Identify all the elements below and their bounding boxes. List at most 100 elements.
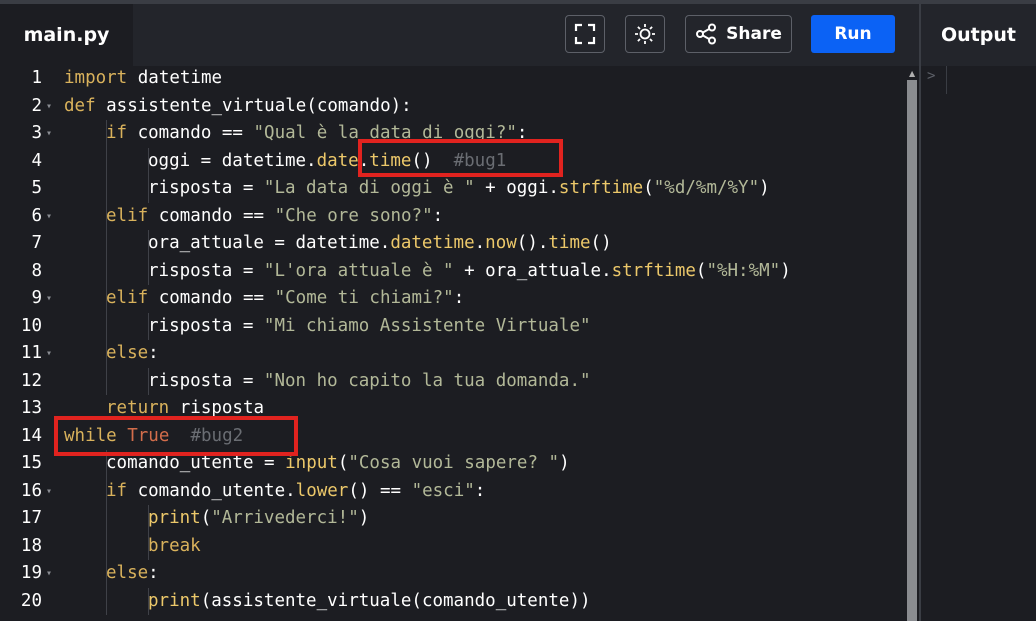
fold-chevron-icon[interactable]: ▾ [46, 203, 52, 230]
code-token: ) [358, 508, 370, 528]
line-number: 11 [20, 343, 42, 363]
code-token: comando == [148, 288, 275, 308]
code-text: else: [106, 340, 159, 367]
code-token: if [106, 480, 128, 501]
code-token: ) [559, 453, 570, 473]
line-number: 13 [20, 398, 42, 418]
run-label: Run [834, 24, 872, 44]
line-number: 12 [20, 370, 42, 391]
code-token: "Non ho capito la tua domanda." [263, 370, 591, 391]
file-tab-label: main.py [23, 24, 110, 46]
theme-toggle-button[interactable] [625, 15, 665, 53]
code-text: risposta = "La data di oggi è " + oggi.s… [148, 175, 770, 202]
code-text: else: [106, 560, 159, 587]
code-token: risposta = [148, 178, 264, 198]
top-bar: main.py Share Run Output [0, 0, 1036, 66]
code-text: risposta = "L'ora attuale è " + ora_attu… [148, 258, 791, 285]
scroll-up-icon[interactable]: ▲ [909, 69, 915, 78]
code-token: : [148, 343, 159, 363]
code-text: print(assistente_virtuale(comando_utente… [148, 588, 591, 615]
code-token: time [548, 233, 591, 253]
code-token: break [148, 535, 201, 556]
code-token: "Arrivederci!" [211, 508, 359, 528]
code-token: risposta = [148, 370, 264, 391]
code-token: ( [643, 178, 654, 198]
code-editor[interactable]: 1 import datetime 2 ▾ def assistente_virtual… [0, 66, 919, 621]
code-token: "Cosa vuoi sapere? " [348, 453, 560, 473]
share-label: Share [726, 24, 782, 44]
code-token: risposta = [148, 260, 264, 281]
code-token: ora_attuale = datetime. [148, 233, 391, 253]
line-number: 4 [31, 150, 42, 171]
code-token: "La data di oggi è " [263, 178, 475, 198]
top-border [0, 0, 1036, 4]
line-number: 17 [20, 508, 42, 528]
code-text: import datetime [64, 66, 222, 92]
code-token: ( [695, 260, 707, 281]
code-token: import [64, 68, 128, 88]
fold-chevron-icon[interactable]: ▾ [46, 285, 52, 312]
code-line[interactable]: 5 risposta = "La data di oggi è " + oggi.… [0, 175, 905, 202]
code-line[interactable]: 2 ▾ def assistente_virtuale(comando): [0, 93, 905, 120]
code-token: (assistente_virtuale(comando_utente)) [200, 590, 591, 611]
code-text: def assistente_virtuale(comando): [64, 93, 412, 120]
code-text: if comando_utente.lower() == "esci": [106, 478, 485, 505]
code-token: ( [337, 453, 349, 473]
code-token: ( [200, 508, 212, 528]
code-line[interactable]: 17 print("Arrivederci!") [0, 505, 905, 532]
fold-chevron-icon[interactable]: ▾ [46, 340, 52, 367]
code-token: "%d/%m/%Y" [653, 178, 760, 198]
line-number: 7 [31, 233, 42, 253]
code-text: print("Arrivederci!") [148, 505, 369, 532]
code-token: oggi = datetime. [148, 150, 317, 171]
line-number: 14 [20, 425, 42, 446]
code-token: strftime [558, 178, 644, 198]
fullscreen-button[interactable] [565, 15, 605, 53]
fold-chevron-icon[interactable]: ▾ [46, 93, 52, 120]
code-line[interactable]: 20 print(assistente_virtuale(comando_uten… [0, 588, 905, 615]
code-line[interactable]: 10 risposta = "Mi chiamo Assistente Virtu… [0, 313, 905, 340]
code-text: risposta = "Mi chiamo Assistente Virtual… [148, 313, 591, 340]
code-token: () == [348, 480, 412, 501]
code-token: : [474, 480, 486, 501]
output-prompt: > [927, 68, 936, 84]
code-line[interactable]: 11 ▾ else: [0, 340, 905, 367]
output-panel[interactable]: > [921, 66, 1036, 621]
share-button[interactable]: Share [685, 15, 792, 53]
code-line[interactable]: 12 risposta = "Non ho capito la tua doman… [0, 368, 905, 395]
code-line[interactable]: 9 ▾ elif comando == "Come ti chiami?": [0, 285, 905, 312]
code-line[interactable]: 8 risposta = "L'ora attuale è " + ora_att… [0, 258, 905, 285]
code-token: lower [295, 480, 349, 501]
code-token: now [485, 233, 517, 253]
code-token: + ora_attuale. [453, 260, 612, 281]
editor-scroll-thumb[interactable] [907, 80, 917, 621]
code-line[interactable]: 1 import datetime [0, 66, 905, 92]
fold-chevron-icon[interactable]: ▾ [46, 478, 52, 505]
code-text: ora_attuale = datetime.datetime.now().ti… [148, 230, 612, 257]
code-line[interactable]: 7 ora_attuale = datetime.datetime.now().t… [0, 230, 905, 257]
line-number: 20 [20, 590, 42, 611]
code-token: datetime [127, 68, 223, 88]
code-token: "esci" [411, 480, 475, 501]
fold-chevron-icon[interactable]: ▾ [46, 120, 52, 147]
code-line[interactable]: 19 ▾ else: [0, 560, 905, 587]
run-button[interactable]: Run [811, 15, 895, 53]
code-token: print [148, 590, 201, 611]
sun-icon [635, 24, 655, 44]
code-token: . [474, 233, 486, 253]
line-number: 1 [31, 68, 42, 88]
line-number: 9 [31, 288, 42, 308]
code-text: elif comando == "Come ti chiami?": [106, 285, 464, 312]
code-line[interactable]: 6 ▾ elif comando == "Che ore sono?": [0, 203, 905, 230]
line-number: 5 [31, 178, 42, 198]
code-text: elif comando == "Che ore sono?": [106, 203, 443, 230]
code-line[interactable]: 18 break [0, 533, 905, 560]
code-token: datetime [390, 233, 475, 253]
file-tab-main-py[interactable]: main.py [0, 4, 133, 66]
code-token: "Come ti chiami?" [274, 288, 454, 308]
fold-chevron-icon[interactable]: ▾ [46, 560, 52, 587]
code-token: print [148, 508, 201, 528]
line-number: 19 [20, 563, 42, 583]
code-token: "Che ore sono?" [274, 205, 433, 226]
code-line[interactable]: 16 ▾ if comando_utente.lower() == "esci": [0, 478, 905, 505]
